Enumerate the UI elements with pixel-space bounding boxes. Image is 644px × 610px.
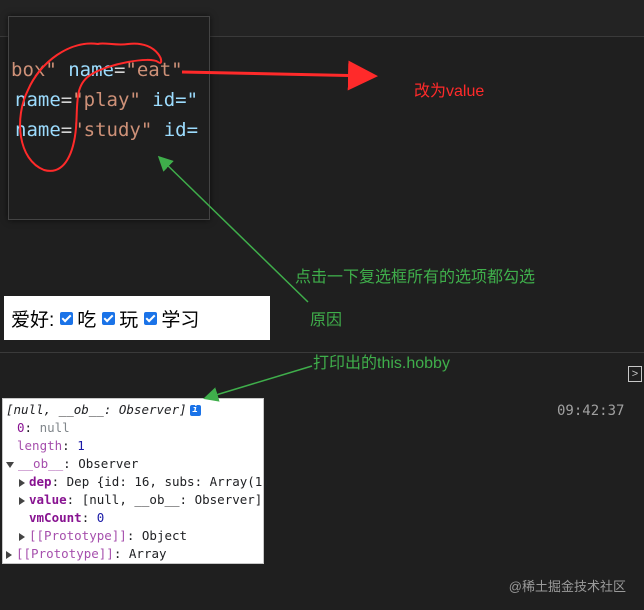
green-arrow-printed xyxy=(203,365,313,402)
red-arrow xyxy=(181,60,378,91)
annotation-overlay xyxy=(19,42,378,402)
green-arrow-reason xyxy=(157,155,309,303)
red-circle-scribble xyxy=(19,42,163,172)
